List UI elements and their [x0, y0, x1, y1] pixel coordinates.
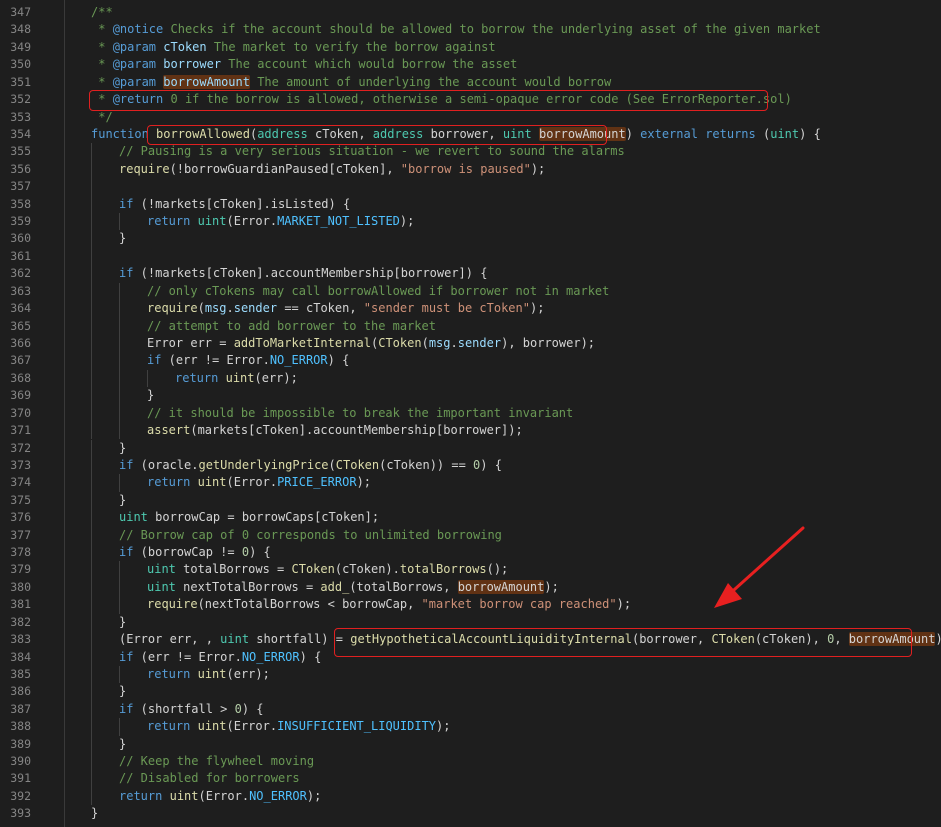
red-arrow-icon	[714, 526, 805, 608]
code-editor[interactable]: 347/** 348 * @notice Checks if the accoun…	[0, 0, 941, 827]
